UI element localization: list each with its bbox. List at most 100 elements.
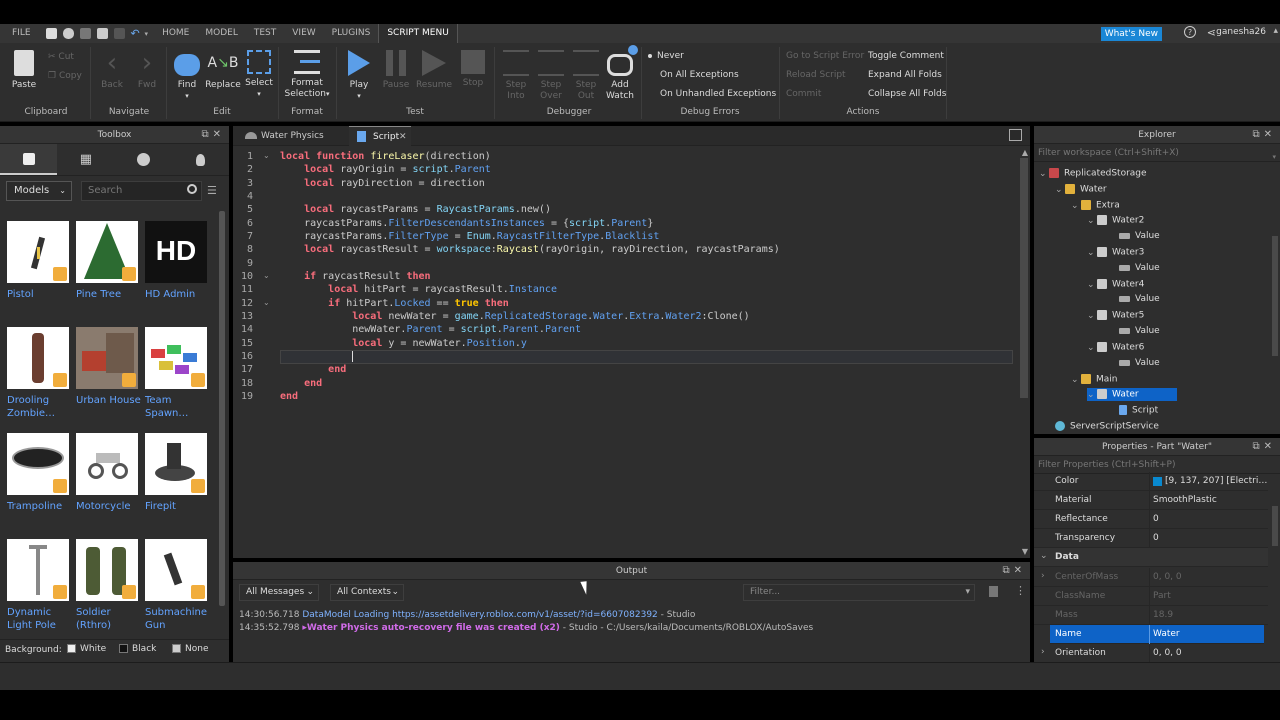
stop-icon[interactable]: [113, 28, 125, 39]
asset-dynamic-light-pole[interactable]: Dynamic Light Pole: [7, 539, 75, 632]
trash-icon[interactable]: [989, 586, 998, 597]
property-category-data[interactable]: ⌄ Data: [1034, 548, 1268, 567]
resume-button[interactable]: Resume: [415, 48, 453, 91]
tree-item-water3[interactable]: ⌄ Water3: [1087, 247, 1144, 258]
fold-toggle-icon[interactable]: ⌄: [263, 151, 270, 160]
tree-item-water-selected[interactable]: ⌄ Water: [1087, 388, 1177, 401]
tree-item-water5[interactable]: ⌄ Water5: [1087, 310, 1144, 321]
panel-dock-close-icon[interactable]: ⧉✕: [1252, 126, 1276, 144]
asset-soldier[interactable]: Soldier (Rthro): [76, 539, 144, 632]
scroll-up-icon[interactable]: ▲: [1022, 148, 1028, 157]
tab-test[interactable]: TEST: [246, 24, 284, 43]
property-reflectance[interactable]: Reflectance 0: [1034, 510, 1268, 529]
tab-model[interactable]: MODEL: [197, 24, 245, 43]
tab-script-menu[interactable]: SCRIPT MENU: [378, 24, 458, 43]
share-icon[interactable]: ⋖: [1207, 26, 1216, 39]
select-button[interactable]: Select ▾: [245, 48, 273, 100]
asset-team-spawn[interactable]: Team Spawn…: [145, 327, 213, 420]
back-button[interactable]: ‹ Back: [100, 48, 124, 91]
color-swatch[interactable]: [1153, 477, 1162, 486]
close-tab-icon[interactable]: ✕: [399, 127, 407, 147]
help-icon[interactable]: ?: [1184, 26, 1196, 38]
property-material[interactable]: Material SmoothPlastic: [1034, 491, 1268, 510]
tab-view[interactable]: VIEW: [284, 24, 323, 43]
filter-sliders-icon[interactable]: ☰: [207, 184, 217, 197]
property-transparency[interactable]: Transparency 0: [1034, 529, 1268, 548]
explorer-filter-input[interactable]: Filter workspace (Ctrl+Shift+X) ▾: [1034, 144, 1280, 162]
commit-button[interactable]: Commit: [786, 89, 821, 99]
add-watch-button[interactable]: Add Watch: [604, 45, 638, 102]
publish-icon[interactable]: [96, 28, 108, 39]
tab-recent[interactable]: [115, 144, 172, 175]
tree-item-water-folder[interactable]: ⌄ Water: [1055, 184, 1107, 195]
username-label[interactable]: ganesha26: [1216, 27, 1266, 37]
more-options-icon[interactable]: ⋮: [1015, 584, 1026, 597]
asset-trampoline[interactable]: Trampoline: [7, 433, 75, 513]
editor-scrollbar[interactable]: [1020, 158, 1028, 398]
step-over-button[interactable]: Step Over: [537, 48, 565, 102]
tree-item-server-script-service[interactable]: ServerScriptService: [1055, 421, 1159, 432]
category-dropdown[interactable]: Models ⌄: [6, 181, 72, 201]
save-icon[interactable]: [79, 28, 91, 39]
bg-none-option[interactable]: None: [172, 644, 208, 654]
explorer-scrollbar[interactable]: [1272, 236, 1278, 356]
tab-marketplace[interactable]: [0, 144, 58, 175]
tab-inventory[interactable]: ▦: [57, 144, 114, 175]
tab-file[interactable]: FILE: [0, 24, 43, 43]
asset-submachine-gun[interactable]: Submachine Gun: [145, 539, 213, 632]
format-selection-button[interactable]: Format Selection▾: [282, 48, 332, 100]
debug-all-exceptions-radio[interactable]: On All Exceptions: [648, 70, 739, 80]
expand-all-folds-button[interactable]: Expand All Folds: [868, 70, 942, 80]
tab-home[interactable]: HOME: [154, 24, 197, 43]
asset-drooling-zombie[interactable]: Drooling Zombie…: [7, 327, 75, 420]
tree-item-replicated-storage[interactable]: ⌄ ReplicatedStorage: [1039, 168, 1147, 179]
panel-dock-close-icon[interactable]: ⧉✕: [201, 126, 225, 144]
property-name[interactable]: Name Water: [1050, 625, 1264, 644]
tree-item-value[interactable]: Value: [1119, 326, 1160, 336]
panel-dock-close-icon[interactable]: ⧉✕: [1002, 562, 1026, 580]
properties-scrollbar[interactable]: [1272, 506, 1278, 546]
undo-icon[interactable]: ↶: [131, 28, 142, 39]
tree-item-extra-folder[interactable]: ⌄ Extra: [1071, 200, 1120, 211]
asset-firepit[interactable]: Firepit: [145, 433, 213, 513]
fold-toggle-icon[interactable]: ⌄: [263, 298, 270, 307]
tree-item-water6[interactable]: ⌄ Water6: [1087, 342, 1144, 353]
contexts-filter-dropdown[interactable]: All Contexts ⌄: [330, 584, 404, 601]
asset-pistol[interactable]: Pistol: [7, 221, 75, 301]
paste-button[interactable]: Paste: [8, 48, 40, 91]
tab-water-physics[interactable]: Water Physics: [237, 126, 347, 146]
tree-item-value[interactable]: Value: [1119, 294, 1160, 304]
code-editor[interactable]: 1 2 3 4 5 6 7 8 9 10 11 12 13 14 15 16 1…: [233, 146, 1030, 558]
tree-item-main-folder[interactable]: ⌄ Main: [1071, 374, 1118, 385]
find-button[interactable]: Find ▾: [172, 48, 202, 102]
property-color[interactable]: Color [9, 137, 207] [Electri…: [1034, 472, 1268, 491]
property-center-of-mass[interactable]: › CenterOfMass 0, 0, 0: [1034, 568, 1268, 587]
tree-item-value[interactable]: Value: [1119, 231, 1160, 241]
toolbox-search-input[interactable]: Search: [81, 181, 202, 201]
chevron-right-icon[interactable]: ›: [1041, 571, 1045, 581]
step-into-button[interactable]: Step Into: [502, 48, 530, 102]
tree-item-water2[interactable]: ⌄ Water2: [1087, 215, 1144, 226]
tree-item-script[interactable]: Script: [1119, 405, 1158, 416]
new-file-icon[interactable]: [45, 28, 57, 39]
replace-button[interactable]: A↘B Replace: [205, 48, 241, 91]
pause-button[interactable]: Pause: [381, 48, 411, 91]
debug-never-radio[interactable]: Never: [648, 51, 684, 61]
whats-new-button[interactable]: What's New: [1100, 27, 1162, 41]
forward-button[interactable]: › Fwd: [135, 48, 159, 91]
asset-motorcycle[interactable]: Motorcycle: [76, 433, 144, 513]
user-dropdown-icon[interactable]: ▴: [1273, 26, 1278, 36]
asset-pine-tree[interactable]: Pine Tree: [76, 221, 144, 301]
messages-filter-dropdown[interactable]: All Messages ⌄: [239, 584, 319, 601]
tree-item-value[interactable]: Value: [1119, 263, 1160, 273]
copy-button[interactable]: ❐ Copy: [48, 71, 82, 81]
property-orientation[interactable]: › Orientation 0, 0, 0: [1034, 644, 1268, 663]
chevron-right-icon[interactable]: ›: [1041, 647, 1045, 657]
asset-hd-admin[interactable]: HD HD Admin: [145, 221, 213, 301]
asset-urban-house[interactable]: Urban House: [76, 327, 144, 407]
output-filter-input[interactable]: Filter... ▾: [743, 584, 975, 601]
bg-white-option[interactable]: White: [67, 644, 106, 654]
goto-script-error-button[interactable]: Go to Script Error: [786, 51, 864, 61]
cloud-open-icon[interactable]: [62, 28, 74, 39]
bg-black-option[interactable]: Black: [119, 644, 156, 654]
